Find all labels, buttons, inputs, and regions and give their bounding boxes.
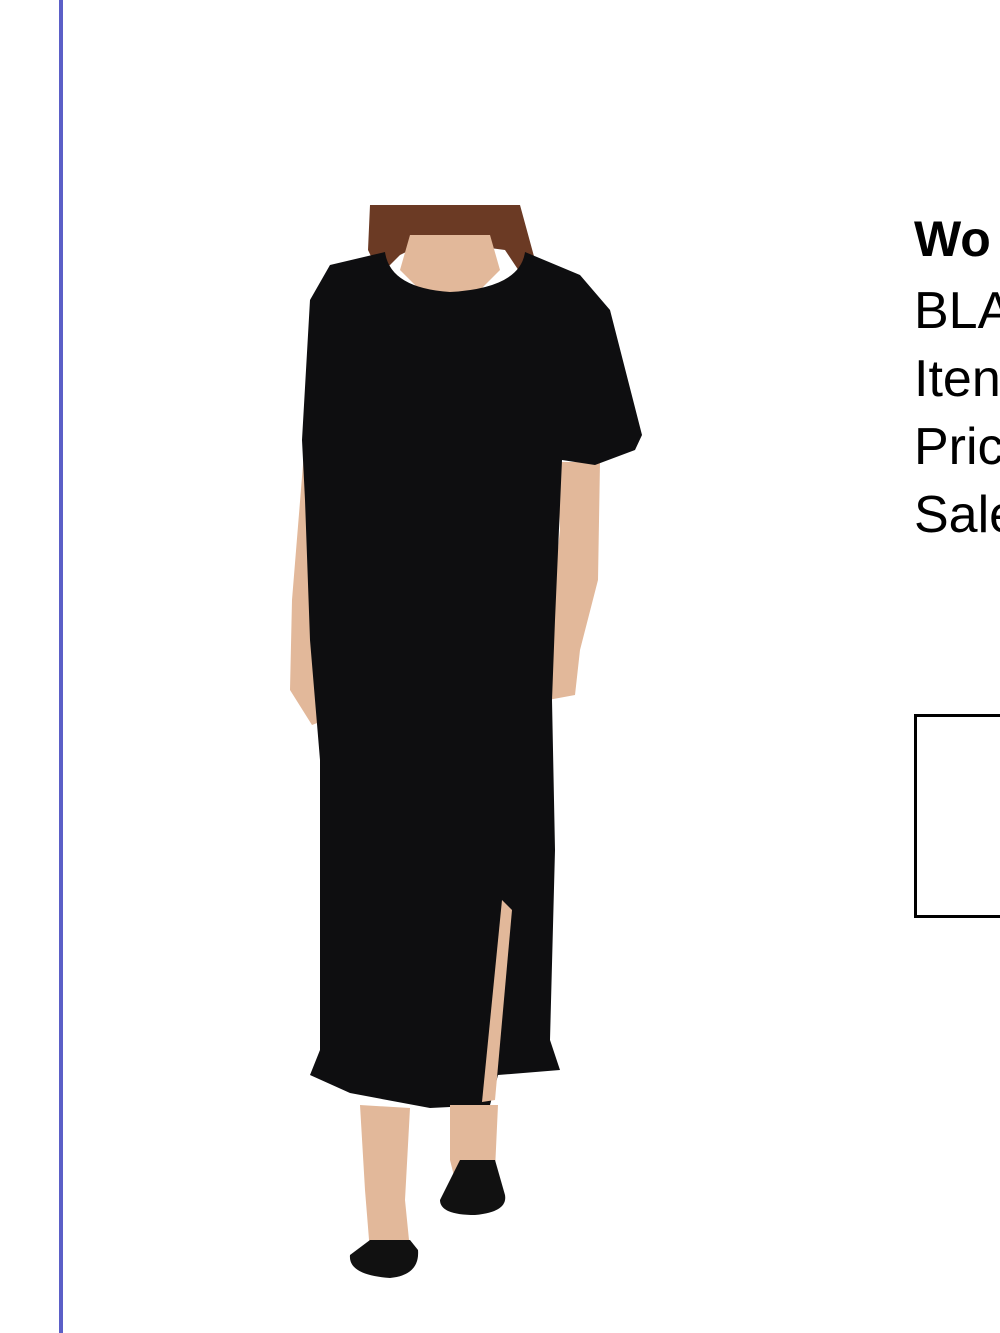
product-page: Wo BLA Iten Pric Sale bbox=[0, 0, 1000, 1333]
product-title: Wo bbox=[914, 211, 991, 267]
product-item-number: Iten bbox=[914, 350, 1000, 408]
product-price: Pric bbox=[914, 418, 1000, 476]
right-sandal bbox=[440, 1160, 506, 1215]
product-color: BLA bbox=[914, 282, 1000, 340]
left-border-rule bbox=[59, 0, 63, 1333]
product-details: Wo BLA Iten Pric Sale bbox=[914, 205, 1000, 549]
model-left-leg bbox=[360, 1105, 410, 1252]
model-dress bbox=[302, 252, 642, 1108]
product-sale-price: Sale bbox=[914, 486, 1000, 544]
product-image[interactable] bbox=[250, 200, 680, 1290]
size-select-box[interactable] bbox=[914, 714, 1000, 918]
left-sandal bbox=[349, 1240, 419, 1278]
